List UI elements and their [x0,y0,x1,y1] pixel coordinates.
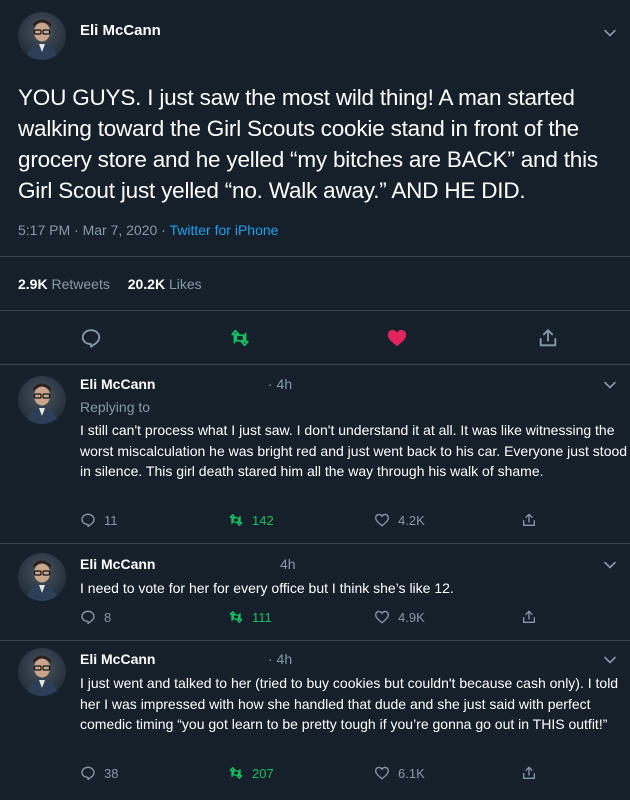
reply-count: 11 [104,512,118,528]
reply-author-name[interactable]: Eli McCann [80,651,155,667]
like-button[interactable] [386,327,408,349]
share-icon [523,766,535,779]
share-icon [539,329,557,347]
tweet-text: YOU GUYS. I just saw the most wild thing… [18,85,598,203]
avatar[interactable] [18,12,66,60]
reply-icon [81,766,95,781]
retweet-icon [229,514,243,526]
like-button[interactable]: 6.1K [374,765,425,781]
reply-button[interactable]: 11 [80,512,118,528]
likes-stat[interactable]: 20.2K Likes [128,276,202,292]
retweet-button[interactable] [229,327,251,349]
share-button[interactable] [521,512,545,528]
reply-button[interactable] [80,327,102,349]
share-button[interactable] [537,327,559,349]
reply-icon [81,329,101,348]
like-count: 4.9K [398,609,425,625]
heart-outline-icon [374,610,390,624]
share-icon [523,513,535,526]
divider [0,364,630,365]
share-button[interactable] [521,609,545,625]
divider [0,310,630,311]
tweet-source-link[interactable]: Twitter for iPhone [169,222,278,238]
reply-author-name[interactable]: Eli McCann [80,376,155,392]
heart-outline-icon [374,513,390,527]
retweet-button[interactable]: 111 [228,609,272,625]
divider [0,640,630,641]
retweet-icon [229,611,243,623]
reply-timestamp[interactable]: · 4h [268,651,292,667]
replying-to-label: Replying to [80,399,151,415]
retweet-count: 207 [252,765,274,781]
chevron-down-icon[interactable] [603,653,617,667]
likes-label: Likes [168,276,202,292]
retweets-count: 2.9K [18,276,48,292]
reply-icon [81,513,95,528]
reply-text: I still can't process what I just saw. I… [80,422,628,479]
reply-count: 38 [104,765,119,781]
retweet-button[interactable]: 142 [228,512,274,528]
retweets-stat[interactable]: 2.9K Retweets [18,276,110,292]
reply-count: 8 [104,609,112,625]
share-button[interactable] [521,765,545,781]
retweet-icon [229,767,243,779]
chevron-down-icon[interactable] [603,558,617,572]
author-name[interactable]: Eli McCann [80,22,161,39]
avatar[interactable] [18,376,66,424]
likes-count: 20.2K [127,276,166,292]
profile-photo-icon [26,655,58,696]
reply-icon [81,610,95,625]
retweet-icon [231,329,249,347]
like-count: 4.2K [398,512,425,528]
heart-outline-icon [374,766,390,780]
profile-photo-icon [26,19,58,60]
reply-button[interactable]: 38 [80,765,118,781]
tweet-timestamp[interactable]: 5:17 PM · Mar 7, 2020 · [18,222,169,238]
like-button[interactable]: 4.2K [374,512,425,528]
chevron-down-icon[interactable] [603,378,617,392]
like-count: 6.1K [398,765,425,781]
retweet-button[interactable]: 207 [228,765,274,781]
retweet-count: 142 [252,512,274,528]
reply-button[interactable]: 8 [80,609,111,625]
reply-text: I need to vote for her for every office … [80,580,454,596]
reply-timestamp[interactable]: · 4h [268,376,292,392]
like-button[interactable]: 4.9K [374,609,425,625]
profile-photo-icon [26,560,58,601]
heart-icon [387,329,407,347]
divider [0,256,630,257]
divider [0,543,630,544]
avatar[interactable] [18,648,66,696]
reply-author-name[interactable]: Eli McCann [80,556,155,572]
retweets-label: Retweets [51,276,110,292]
chevron-down-icon[interactable] [603,26,617,40]
engagement-stats: 2.9K Retweets 20.2K Likes [18,276,216,292]
share-icon [523,610,535,623]
retweet-count: 111 [252,609,272,625]
tweet-meta: 5:17 PM · Mar 7, 2020 · Twitter for iPho… [18,222,278,238]
avatar[interactable] [18,553,66,601]
reply-timestamp[interactable]: 4h [280,556,296,572]
profile-photo-icon [26,383,58,424]
reply-text: I just went and talked to her (tried to … [80,675,619,732]
